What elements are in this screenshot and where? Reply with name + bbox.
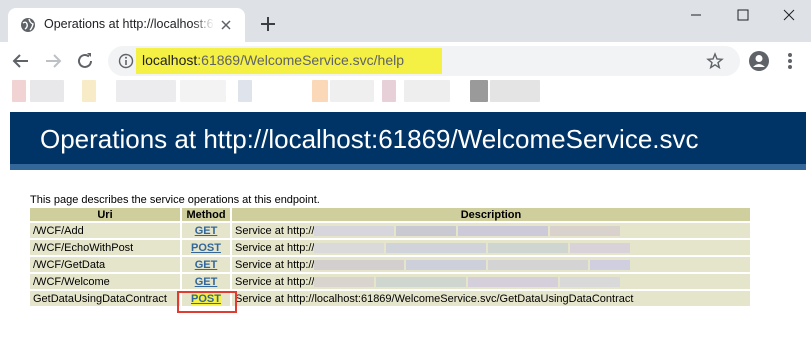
redacted-text — [570, 242, 631, 253]
url-host: localhost — [142, 52, 198, 68]
description-text: Service at http:// — [235, 275, 315, 288]
bookmark-item[interactable] — [180, 80, 226, 102]
bookmark-item[interactable] — [330, 80, 374, 102]
bookmark-favicon[interactable] — [238, 80, 252, 102]
minimize-button[interactable] — [673, 0, 719, 30]
description-text: Service at http:// — [235, 258, 315, 271]
close-tab-icon[interactable] — [218, 17, 234, 33]
browser-toolbar: localhost:61869/WelcomeService.svc/help — [0, 42, 811, 80]
new-tab-icon[interactable] — [256, 12, 280, 36]
description-cell: Service at http:// — [232, 240, 750, 255]
bookmark-favicon[interactable] — [312, 80, 328, 102]
uri-cell: /WCF/GetData — [30, 257, 180, 272]
description-cell: Service at http:// — [232, 257, 750, 272]
redacted-text — [458, 225, 549, 236]
operations-table: Uri Method Description /WCF/Add GET Serv… — [28, 206, 752, 308]
uri-cell: GetDataUsingDataContract — [30, 291, 180, 306]
table-row: /WCF/GetData GET Service at http:// — [30, 257, 750, 272]
bookmark-favicon[interactable] — [12, 80, 26, 102]
redacted-text — [396, 225, 457, 236]
bookmark-item[interactable] — [30, 80, 64, 102]
maximize-icon — [737, 9, 749, 21]
uri-cell: /WCF/Add — [30, 223, 180, 238]
method-link[interactable]: POST — [191, 242, 221, 254]
maximize-button[interactable] — [720, 0, 766, 30]
tab-title: Operations at http://localhost:61869/Wel… — [44, 17, 214, 35]
bookmark-star-icon[interactable] — [706, 52, 724, 70]
info-icon[interactable] — [118, 53, 134, 69]
globe-icon — [21, 18, 35, 32]
page-title: Operations at http://localhost:61869/Wel… — [40, 124, 699, 154]
method-link[interactable]: GET — [195, 259, 218, 271]
table-row: /WCF/Welcome GET Service at http:// — [30, 274, 750, 289]
reload-icon[interactable] — [74, 50, 96, 72]
redacted-text — [314, 259, 405, 270]
redacted-text — [560, 276, 621, 287]
description-cell: Service at http:// — [232, 223, 750, 238]
column-header-description: Description — [232, 208, 750, 221]
page-description: This page describes the service operatio… — [30, 194, 320, 206]
close-window-icon — [783, 9, 795, 21]
table-row: /WCF/Add GET Service at http:// — [30, 223, 750, 238]
bookmark-item[interactable] — [404, 80, 450, 102]
description-text: Service at http://localhost:61869/Welcom… — [235, 292, 634, 305]
table-header-row: Uri Method Description — [30, 208, 750, 221]
method-link[interactable]: GET — [195, 276, 218, 288]
page-heading-banner: Operations at http://localhost:61869/Wel… — [10, 112, 806, 170]
redacted-text — [314, 276, 375, 287]
method-cell: GET — [182, 274, 230, 289]
redacted-text — [590, 259, 631, 270]
redacted-text — [386, 242, 487, 253]
redacted-text — [406, 259, 487, 270]
tab-strip: Operations at http://localhost:61869/Wel… — [0, 0, 811, 42]
address-bar[interactable]: localhost:61869/WelcomeService.svc/help — [108, 46, 740, 76]
bookmark-favicon[interactable] — [382, 80, 396, 102]
description-cell: Service at http:// — [232, 274, 750, 289]
redacted-text — [314, 242, 385, 253]
bookmark-favicon[interactable] — [470, 80, 488, 102]
url-text[interactable]: localhost:61869/WelcomeService.svc/help — [142, 52, 404, 68]
redacted-text — [550, 225, 621, 236]
method-cell: GET — [182, 257, 230, 272]
forward-arrow-icon[interactable] — [42, 50, 64, 72]
bookmark-item[interactable] — [490, 80, 540, 102]
column-header-uri: Uri — [30, 208, 180, 221]
bookmark-item[interactable] — [116, 80, 176, 102]
menu-kebab-icon[interactable] — [784, 50, 796, 72]
column-header-method: Method — [182, 208, 230, 221]
annotation-highlight-box — [177, 291, 237, 313]
redacted-text — [314, 225, 395, 236]
method-cell: POST — [182, 240, 230, 255]
url-path: :61869/WelcomeService.svc/help — [197, 52, 404, 68]
description-text: Service at http:// — [235, 241, 315, 254]
redacted-text — [376, 276, 467, 287]
method-cell: GET — [182, 223, 230, 238]
redacted-text — [468, 276, 559, 287]
description-text: Service at http:// — [235, 224, 315, 237]
table-row: GetDataUsingDataContract POST Service at… — [30, 291, 750, 306]
bookmarks-bar — [0, 80, 811, 110]
close-window-button[interactable] — [766, 0, 811, 30]
minimize-icon — [691, 14, 701, 16]
profile-avatar-icon[interactable] — [748, 50, 770, 72]
browser-tab[interactable]: Operations at http://localhost:61869/Wel… — [8, 8, 245, 42]
method-link[interactable]: GET — [195, 225, 218, 237]
bookmark-favicon[interactable] — [82, 80, 96, 102]
back-arrow-icon[interactable] — [10, 50, 32, 72]
uri-cell: /WCF/Welcome — [30, 274, 180, 289]
redacted-text — [488, 259, 589, 270]
uri-cell: /WCF/EchoWithPost — [30, 240, 180, 255]
description-cell: Service at http://localhost:61869/Welcom… — [232, 291, 750, 306]
table-row: /WCF/EchoWithPost POST Service at http:/… — [30, 240, 750, 255]
redacted-text — [488, 242, 569, 253]
